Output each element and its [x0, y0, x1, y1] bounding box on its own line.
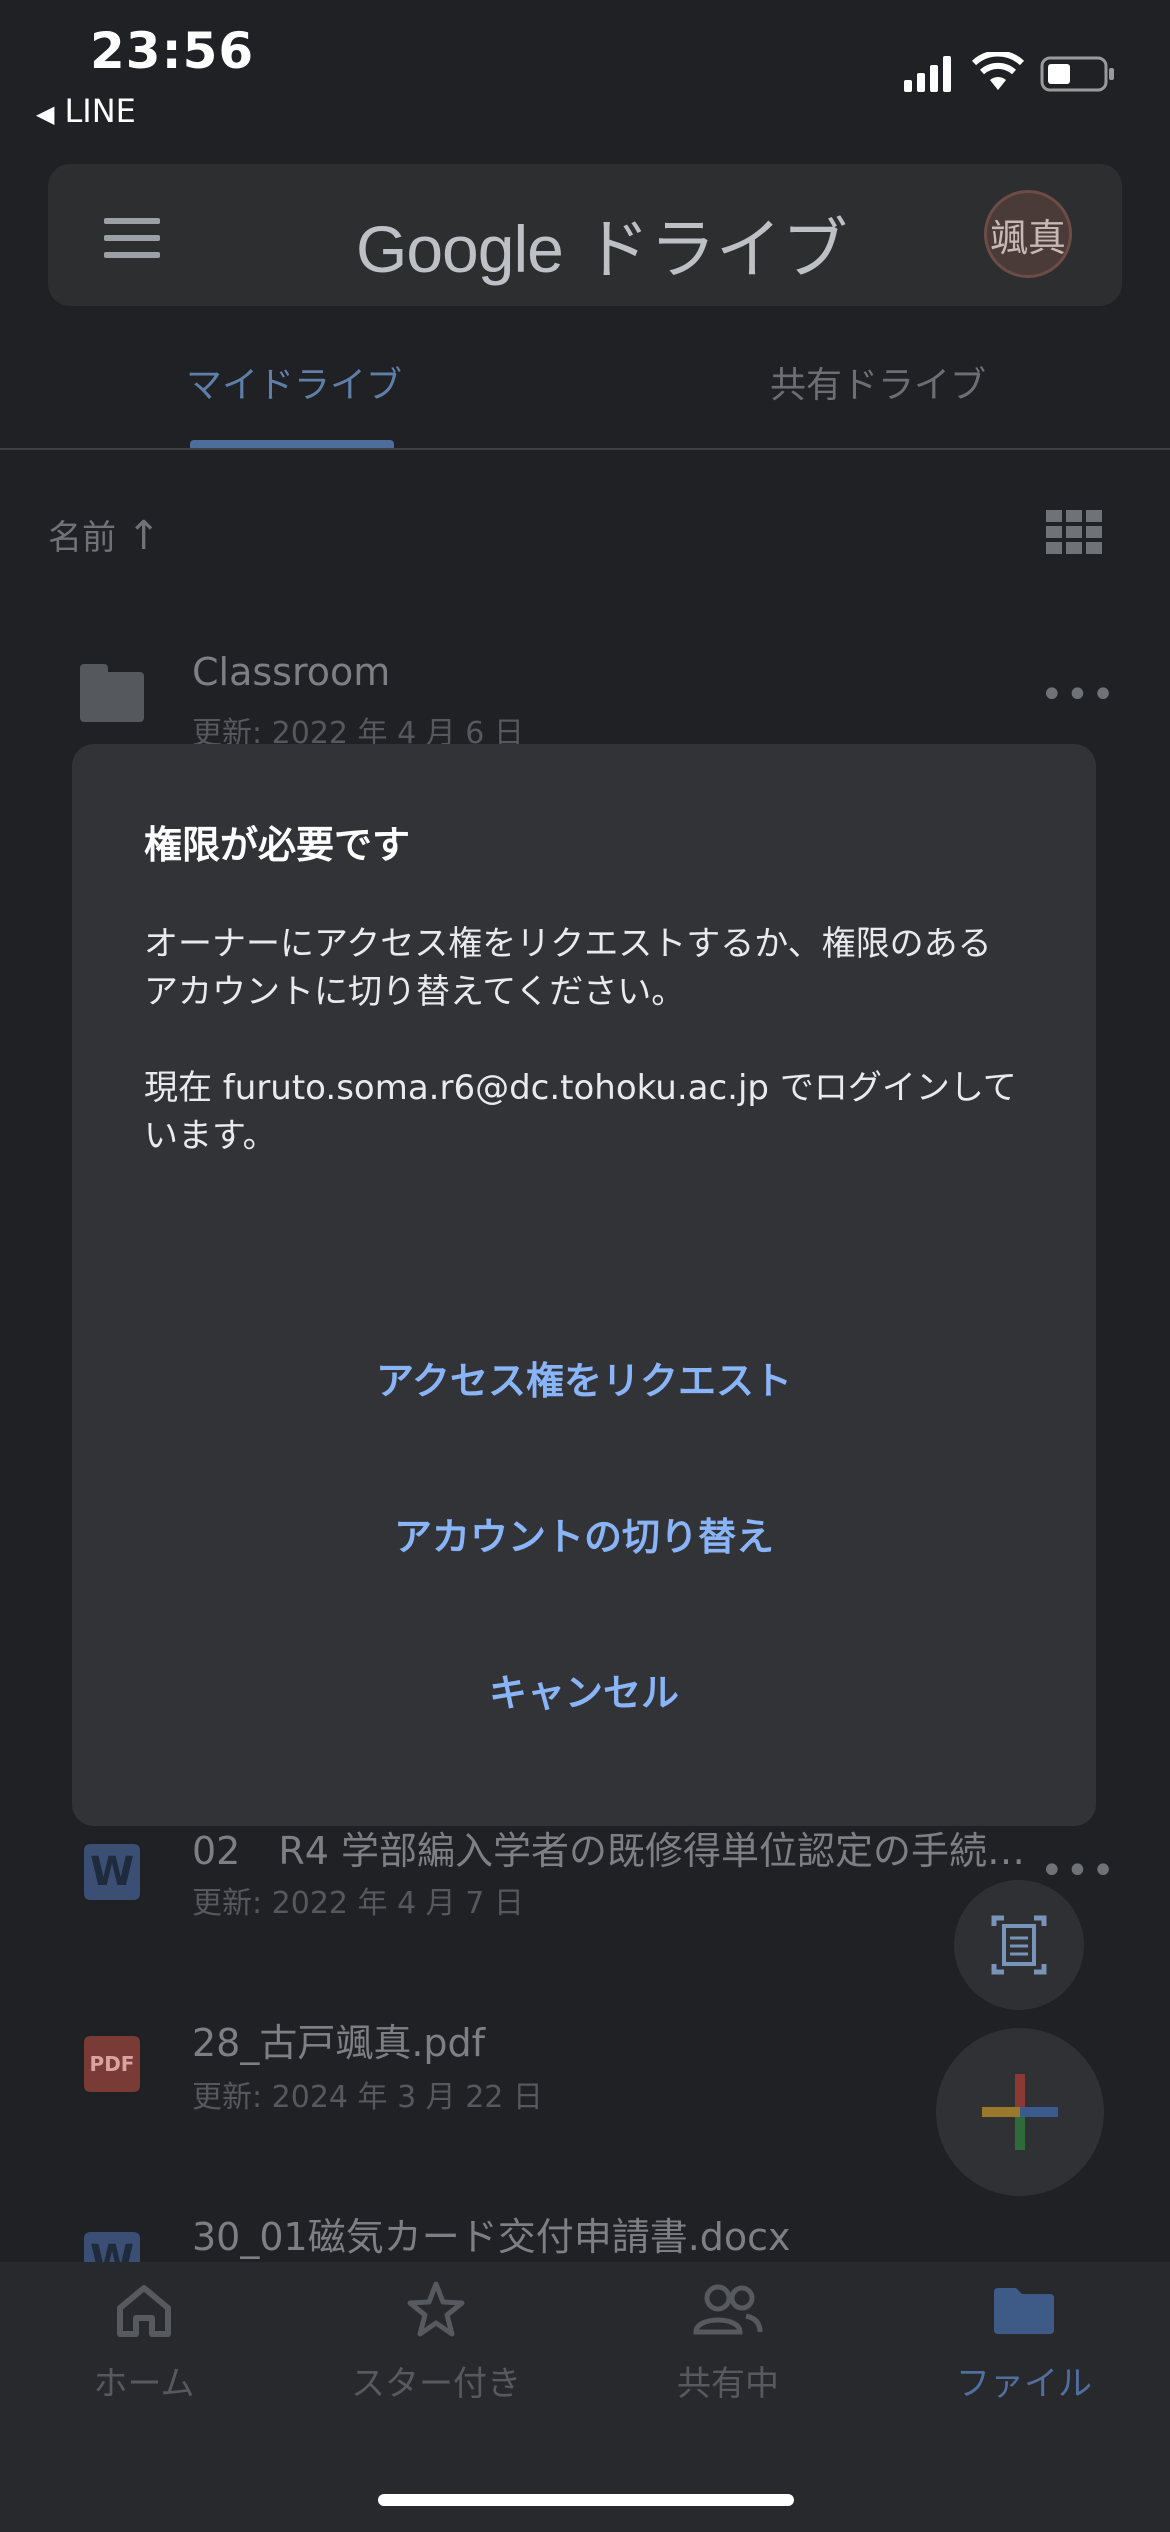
grid-view-icon[interactable] — [1046, 510, 1102, 554]
nav-shared[interactable]: 共有中 — [608, 2280, 848, 2405]
shared-icon — [693, 2284, 763, 2335]
dialog-title: 権限が必要です — [144, 823, 411, 867]
nav-home-label: ホーム — [93, 2364, 195, 2404]
tab-shared-drives[interactable]: 共有ドライブ — [770, 356, 986, 408]
folder-icon — [994, 2288, 1054, 2334]
google-drive-logo: Google ドライブ — [356, 211, 848, 288]
file-name[interactable]: 28_古戸颯真.pdf — [192, 2012, 485, 2067]
dialog-body: オーナーにアクセス権をリクエストするか、権限のあるアカウントに切り替えてください… — [144, 920, 1024, 1208]
file-date: 更新: 2022 年 4 月 7 日 — [192, 1886, 524, 1921]
back-arrow-icon: ◀ — [36, 100, 55, 128]
cancel-button[interactable]: キャンセル — [72, 1662, 1096, 1717]
switch-account-button[interactable]: アカウントの切り替え — [72, 1506, 1096, 1561]
nav-home[interactable]: ホーム — [24, 2280, 264, 2405]
file-date: 更新: 2024 年 3 月 22 日 — [192, 2080, 543, 2115]
active-tab-indicator — [190, 440, 394, 448]
folder-icon — [80, 664, 144, 722]
more-options-icon[interactable]: ••• — [1040, 672, 1117, 718]
file-name[interactable]: Classroom — [192, 650, 390, 694]
nav-starred[interactable]: スター付き — [316, 2280, 556, 2405]
tab-my-drive[interactable]: マイドライブ — [186, 356, 402, 408]
dialog-login-info: 現在 furuto.soma.r6@dc.tohoku.ac.jp でログインし… — [144, 1068, 1017, 1156]
account-avatar[interactable]: 颯真 — [984, 190, 1072, 278]
plus-icon — [982, 2074, 1058, 2150]
tab-divider — [0, 448, 1170, 450]
back-app-label: LINE — [64, 92, 136, 130]
word-icon: W — [84, 1844, 140, 1900]
back-to-app[interactable]: ◀ LINE — [36, 92, 136, 130]
sort-arrow-icon: ↑ — [126, 513, 161, 559]
status-time: 23:56 — [90, 22, 255, 80]
wifi-icon — [972, 52, 1024, 90]
file-name[interactable]: 02 R4 学部編入学者の既修得単位認定の手続… — [192, 1820, 1025, 1875]
menu-icon[interactable] — [104, 218, 160, 258]
star-icon — [407, 2281, 465, 2337]
new-button[interactable] — [936, 2028, 1104, 2196]
request-access-button[interactable]: アクセス権をリクエスト — [72, 1350, 1096, 1405]
home-icon — [117, 2285, 171, 2337]
nav-files-label: ファイル — [956, 2364, 1092, 2404]
scan-document-icon — [991, 1915, 1047, 1975]
battery-icon — [1040, 56, 1114, 92]
scan-button[interactable] — [954, 1880, 1084, 2010]
nav-shared-label: 共有中 — [677, 2364, 779, 2404]
home-indicator — [378, 2494, 794, 2506]
nav-files[interactable]: ファイル — [904, 2280, 1144, 2405]
file-name[interactable]: 30_01磁気カード交付申請書.docx — [192, 2206, 791, 2261]
sort-by-name-button[interactable]: 名前 ↑ — [48, 510, 160, 559]
nav-starred-label: スター付き — [351, 2364, 521, 2404]
cellular-signal-icon — [904, 56, 951, 92]
dialog-message: オーナーにアクセス権をリクエストするか、権限のあるアカウントに切り替えてください… — [144, 924, 992, 1012]
pdf-icon: PDF — [84, 2036, 140, 2092]
